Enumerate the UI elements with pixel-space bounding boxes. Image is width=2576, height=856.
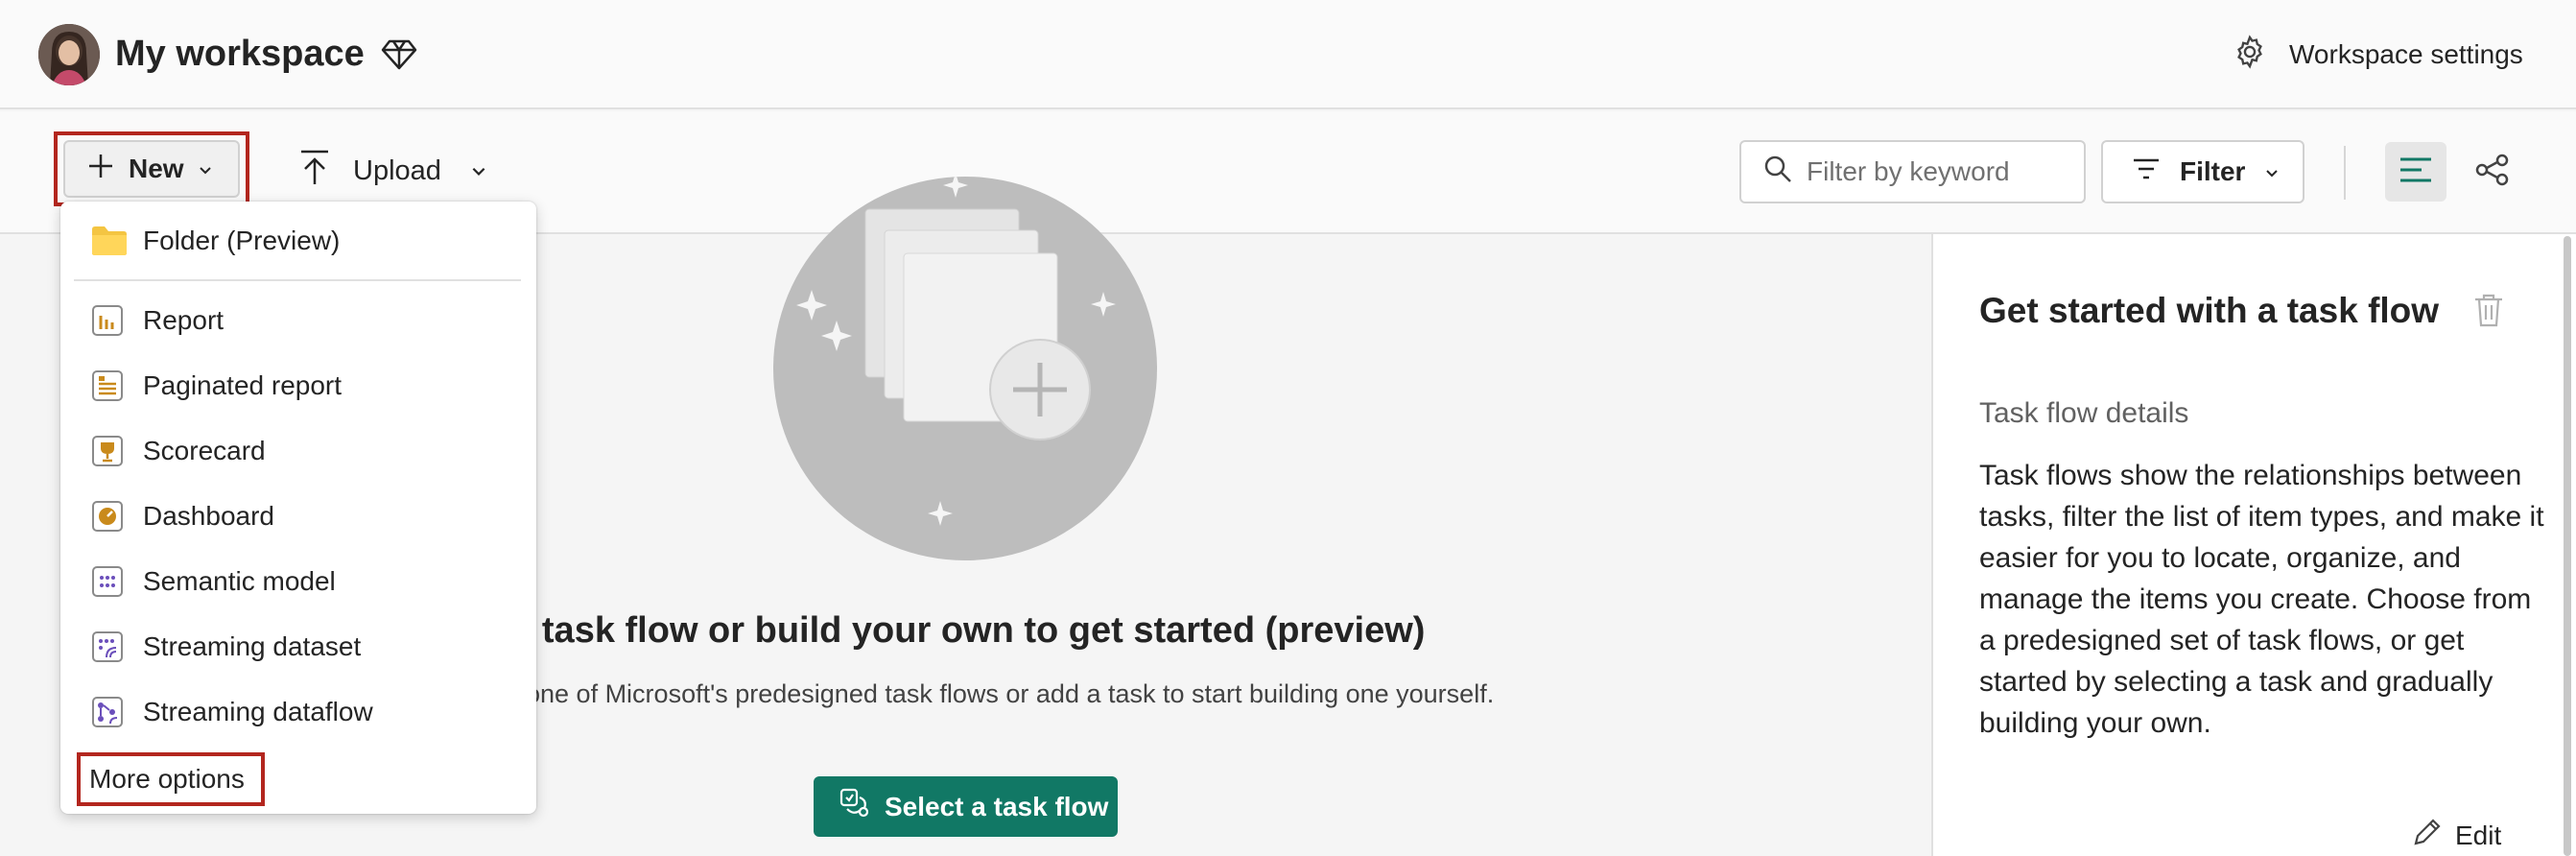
filter-label: Filter	[2180, 156, 2246, 186]
toolbar-divider	[2344, 146, 2346, 200]
panel-description: Task flows show the relationships betwee…	[1979, 460, 2544, 739]
lineage-icon	[2474, 154, 2511, 191]
select-task-flow-label: Select a task flow	[885, 791, 1109, 821]
plus-icon	[86, 152, 115, 187]
empty-state-subtext: one of Microsoft's predesigned task flow…	[526, 679, 1495, 708]
panel-title: Get started with a task flow	[1979, 291, 2440, 330]
menu-item-folder[interactable]: Folder (Preview)	[60, 212, 536, 270]
menu-item-streaming-dataflow[interactable]: Streaming dataflow	[60, 683, 536, 741]
menu-item-label: Streaming dataset	[143, 631, 362, 661]
trash-icon[interactable]	[2472, 292, 2505, 328]
paginated-report-icon	[91, 369, 124, 402]
menu-item-dashboard[interactable]: Dashboard	[60, 487, 536, 545]
folder-icon	[91, 225, 127, 257]
streaming-dataset-icon	[91, 630, 124, 663]
menu-item-streaming-dataset[interactable]: Streaming dataset	[60, 618, 536, 676]
page-title: My workspace	[115, 34, 365, 74]
task-flow-details-panel: Get started with a task flow Task flow d…	[1931, 234, 2576, 856]
list-view-button[interactable]	[2385, 142, 2446, 202]
menu-item-label: Semantic model	[143, 566, 336, 596]
avatar[interactable]	[38, 24, 100, 85]
chevron-down-icon	[198, 154, 213, 184]
edit-label: Edit	[2455, 820, 2502, 850]
pencil-icon	[2411, 816, 2444, 855]
menu-item-label: Report	[143, 305, 225, 335]
scorecard-icon	[91, 435, 124, 467]
menu-divider	[74, 279, 521, 281]
chevron-down-icon	[470, 155, 487, 187]
upload-button[interactable]: Upload	[297, 144, 487, 198]
menu-item-label: Streaming dataflow	[143, 697, 373, 726]
streaming-dataflow-icon	[91, 696, 124, 728]
settings-label: Workspace settings	[2289, 39, 2523, 69]
list-view-icon	[2399, 155, 2433, 189]
filter-icon	[2132, 156, 2161, 187]
search-icon	[1762, 154, 1793, 191]
menu-item-semantic-model[interactable]: Semantic model	[60, 553, 536, 610]
chevron-down-icon	[2264, 156, 2280, 187]
premium-diamond-icon	[380, 35, 418, 73]
menu-item-report[interactable]: Report	[60, 292, 536, 349]
upload-icon	[297, 148, 332, 194]
task-flow-illustration	[773, 177, 1157, 560]
empty-state-heading: t a task flow or build your own to get s…	[489, 610, 1426, 651]
new-button[interactable]: New	[63, 140, 240, 198]
gear-icon	[2232, 34, 2268, 77]
workspace-settings-button[interactable]: Workspace settings	[2232, 31, 2523, 79]
dashboard-icon	[91, 500, 124, 533]
menu-item-label: Folder (Preview)	[143, 226, 341, 255]
filter-button[interactable]: Filter	[2101, 140, 2304, 203]
upload-label: Upload	[353, 155, 441, 186]
new-item-menu: Folder (Preview) Report Paginated report…	[60, 202, 536, 814]
menu-item-label: Dashboard	[143, 501, 274, 531]
report-icon	[91, 304, 124, 337]
semantic-model-icon	[91, 565, 124, 598]
edit-button[interactable]: Edit	[2411, 816, 2501, 855]
select-task-flow-button[interactable]: Select a task flow	[814, 776, 1118, 837]
more-options-item[interactable]: More options	[89, 752, 245, 806]
menu-item-paginated-report[interactable]: Paginated report	[60, 357, 536, 415]
panel-subtitle: Task flow details	[1979, 397, 2189, 429]
menu-item-scorecard[interactable]: Scorecard	[60, 422, 536, 480]
task-flow-icon	[839, 787, 871, 826]
menu-item-label: Paginated report	[143, 370, 343, 400]
lineage-view-button[interactable]	[2466, 142, 2519, 202]
new-button-label: New	[129, 154, 184, 183]
menu-item-label: Scorecard	[143, 436, 266, 465]
panel-scrollbar[interactable]	[2564, 236, 2571, 856]
search-placeholder: Filter by keyword	[1807, 156, 2010, 186]
filter-keyword-input[interactable]: Filter by keyword	[1739, 140, 2086, 203]
workspace-header: My workspace Workspace settings	[0, 0, 2576, 109]
